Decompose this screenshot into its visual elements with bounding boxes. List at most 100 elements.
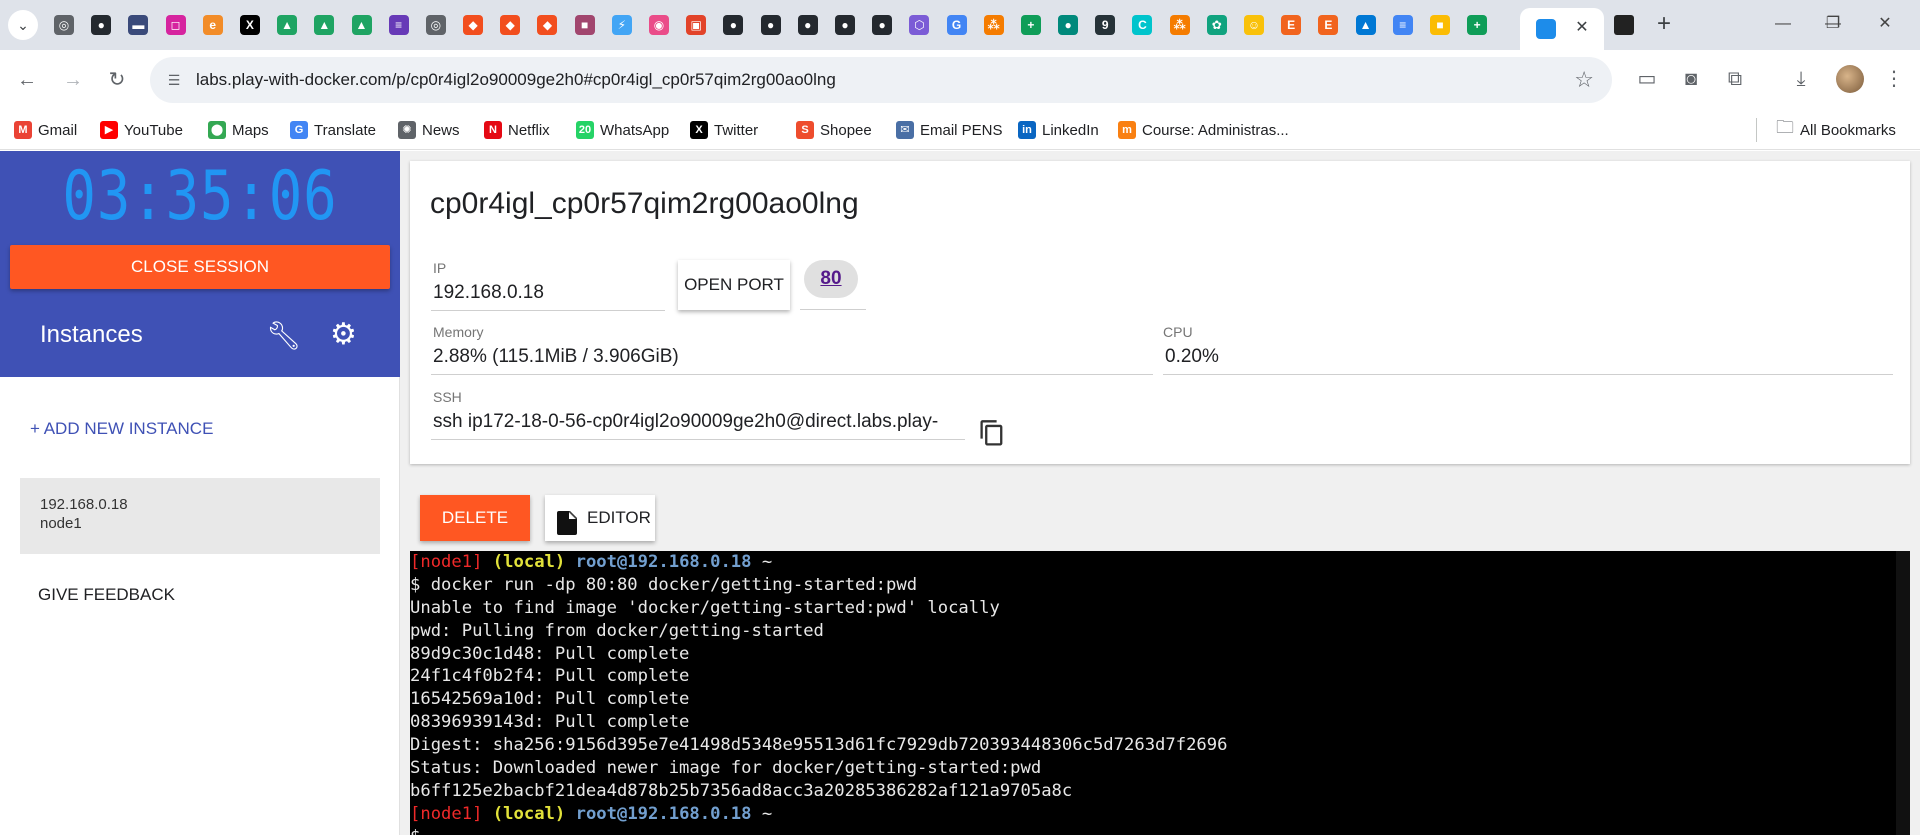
- tab-25[interactable]: ⁂: [982, 13, 1006, 37]
- new-tab-button[interactable]: +: [1648, 9, 1680, 41]
- tab-12[interactable]: ◆: [498, 13, 522, 37]
- terminal[interactable]: [node1] (local) root@192.168.0.18 ~ $ do…: [410, 551, 1910, 835]
- tab-close-icon[interactable]: ✕: [1570, 16, 1594, 40]
- graduation-cap-icon[interactable]: [1614, 15, 1634, 35]
- tab-13[interactable]: ◆: [535, 13, 559, 37]
- tab-32[interactable]: ☺: [1242, 13, 1266, 37]
- tab-30[interactable]: ⁂: [1168, 13, 1192, 37]
- bookmark-linkedin[interactable]: in LinkedIn: [1018, 110, 1099, 150]
- bookmark-label: Gmail: [38, 121, 78, 139]
- bookmark-gmail[interactable]: M Gmail: [14, 110, 77, 150]
- bookmark-email-pens[interactable]: ✉ Email PENS: [896, 110, 1003, 150]
- memory-value[interactable]: 2.88% (115.1MiB / 3.906GiB): [431, 346, 1153, 375]
- tab-33[interactable]: E: [1279, 13, 1303, 37]
- add-new-instance-button[interactable]: + ADD NEW INSTANCE: [30, 419, 213, 439]
- port-80-link[interactable]: 80: [804, 260, 858, 298]
- reload-icon[interactable]: ↻: [102, 65, 132, 95]
- tab-20[interactable]: ●: [796, 13, 820, 37]
- close-window-icon[interactable]: ✕: [1870, 12, 1900, 36]
- ssh-value[interactable]: ssh ip172-18-0-56-cp0r4igl2o90009ge2h0@d…: [431, 411, 965, 440]
- cpu-value[interactable]: 0.20%: [1163, 346, 1893, 375]
- restore-icon[interactable]: ❐: [1818, 12, 1848, 36]
- gear-icon[interactable]: ⚙: [330, 317, 357, 352]
- camera-extension-icon[interactable]: ◙: [1677, 65, 1705, 93]
- tab-23[interactable]: ⬡: [907, 13, 931, 37]
- tab-6[interactable]: ▲: [275, 13, 299, 37]
- chat-extension-icon[interactable]: ▭: [1633, 65, 1661, 93]
- active-tab[interactable]: ✕: [1520, 8, 1604, 50]
- open-port-button[interactable]: OPEN PORT: [678, 260, 790, 310]
- tab-2[interactable]: ▬: [126, 13, 150, 37]
- tab-17[interactable]: ▣: [684, 13, 708, 37]
- tab-1[interactable]: ●: [89, 13, 113, 37]
- tab-7[interactable]: ▲: [312, 13, 336, 37]
- bookmark-whatsapp[interactable]: 20 WhatsApp: [576, 110, 669, 150]
- tab-0[interactable]: ◎: [52, 13, 76, 37]
- forward-arrow-icon[interactable]: →: [58, 65, 88, 95]
- instance-list-item[interactable]: 192.168.0.18 node1: [20, 478, 380, 554]
- tab-search-button[interactable]: ⌄: [8, 10, 38, 40]
- minimize-icon[interactable]: —: [1768, 12, 1798, 36]
- tab-27[interactable]: ●: [1056, 13, 1080, 37]
- tab-10[interactable]: ◎: [424, 13, 448, 37]
- url-text[interactable]: labs.play-with-docker.com/p/cp0r4igl2o90…: [196, 57, 836, 103]
- menu-kebab-icon[interactable]: ⋮: [1880, 65, 1908, 93]
- tab-9[interactable]: ≡: [387, 13, 411, 37]
- instances-title: Instances: [40, 321, 143, 348]
- tab-38[interactable]: +: [1465, 13, 1489, 37]
- tab-14[interactable]: ■: [573, 13, 597, 37]
- tab-26[interactable]: +: [1019, 13, 1043, 37]
- tab-8[interactable]: ▲: [350, 13, 374, 37]
- site-info-icon[interactable]: ☰: [164, 70, 184, 90]
- bookmark-news[interactable]: ✺ News: [398, 110, 460, 150]
- editor-button[interactable]: EDITOR: [545, 495, 655, 541]
- bookmark-star-icon[interactable]: ☆: [1574, 67, 1594, 93]
- address-bar[interactable]: ☰ labs.play-with-docker.com/p/cp0r4igl2o…: [150, 57, 1612, 103]
- tab-36[interactable]: ≡: [1391, 13, 1415, 37]
- tab-18[interactable]: ●: [721, 13, 745, 37]
- terminal-input-line[interactable]: $: [410, 826, 1910, 835]
- tab-5[interactable]: X: [238, 13, 262, 37]
- tab-4[interactable]: e: [201, 13, 225, 37]
- tab-35[interactable]: ▲: [1354, 13, 1378, 37]
- tab-15[interactable]: ⚡: [610, 13, 634, 37]
- netflix-icon: N: [484, 121, 502, 139]
- ip-value[interactable]: 192.168.0.18: [431, 282, 665, 311]
- maps-icon: ⬤: [208, 121, 226, 139]
- tab-28[interactable]: 9: [1093, 13, 1117, 37]
- tab-11[interactable]: ◆: [461, 13, 485, 37]
- copy-icon[interactable]: [978, 419, 1006, 454]
- extensions-puzzle-icon[interactable]: ⧉: [1721, 65, 1749, 93]
- tab-34[interactable]: E: [1316, 13, 1340, 37]
- bookmark-course-administras-[interactable]: m Course: Administras...: [1118, 110, 1289, 150]
- tab-22[interactable]: ●: [870, 13, 894, 37]
- prompt-node: [node1]: [410, 803, 483, 824]
- tab-29[interactable]: C: [1130, 13, 1154, 37]
- bookmark-shopee[interactable]: S Shopee: [796, 110, 872, 150]
- tab-31[interactable]: ✿: [1205, 13, 1229, 37]
- bookmark-netflix[interactable]: N Netflix: [484, 110, 550, 150]
- wrench-icon[interactable]: 🔧︎: [266, 319, 302, 352]
- tab-24[interactable]: G: [945, 13, 969, 37]
- tab-19[interactable]: ●: [759, 13, 783, 37]
- tab-3[interactable]: ◻: [164, 13, 188, 37]
- twitter-icon: X: [690, 121, 708, 139]
- profile-avatar[interactable]: [1836, 65, 1864, 93]
- bookmark-translate[interactable]: G Translate: [290, 110, 376, 150]
- bookmark-twitter[interactable]: X Twitter: [690, 110, 758, 150]
- close-session-button[interactable]: CLOSE SESSION: [10, 245, 390, 289]
- terminal-scrollbar[interactable]: [1896, 551, 1910, 835]
- delete-button[interactable]: DELETE: [420, 495, 530, 541]
- back-arrow-icon[interactable]: ←: [12, 65, 42, 95]
- bookmark-maps[interactable]: ⬤ Maps: [208, 110, 269, 150]
- give-feedback-button[interactable]: GIVE FEEDBACK: [38, 585, 175, 605]
- tab-16[interactable]: ◉: [647, 13, 671, 37]
- tab-37[interactable]: ■: [1428, 13, 1452, 37]
- terminal-line: Digest: sha256:9156d395e7e41498d5348e955…: [410, 735, 1228, 756]
- tab-21[interactable]: ●: [833, 13, 857, 37]
- download-icon[interactable]: ⤓: [1787, 65, 1815, 93]
- all-bookmarks[interactable]: 🗀 All Bookmarks: [1776, 110, 1896, 150]
- editor-label: EDITOR: [587, 508, 651, 527]
- bookmark-youtube[interactable]: ▶ YouTube: [100, 110, 183, 150]
- session-timer: 03:35:06: [62, 157, 338, 236]
